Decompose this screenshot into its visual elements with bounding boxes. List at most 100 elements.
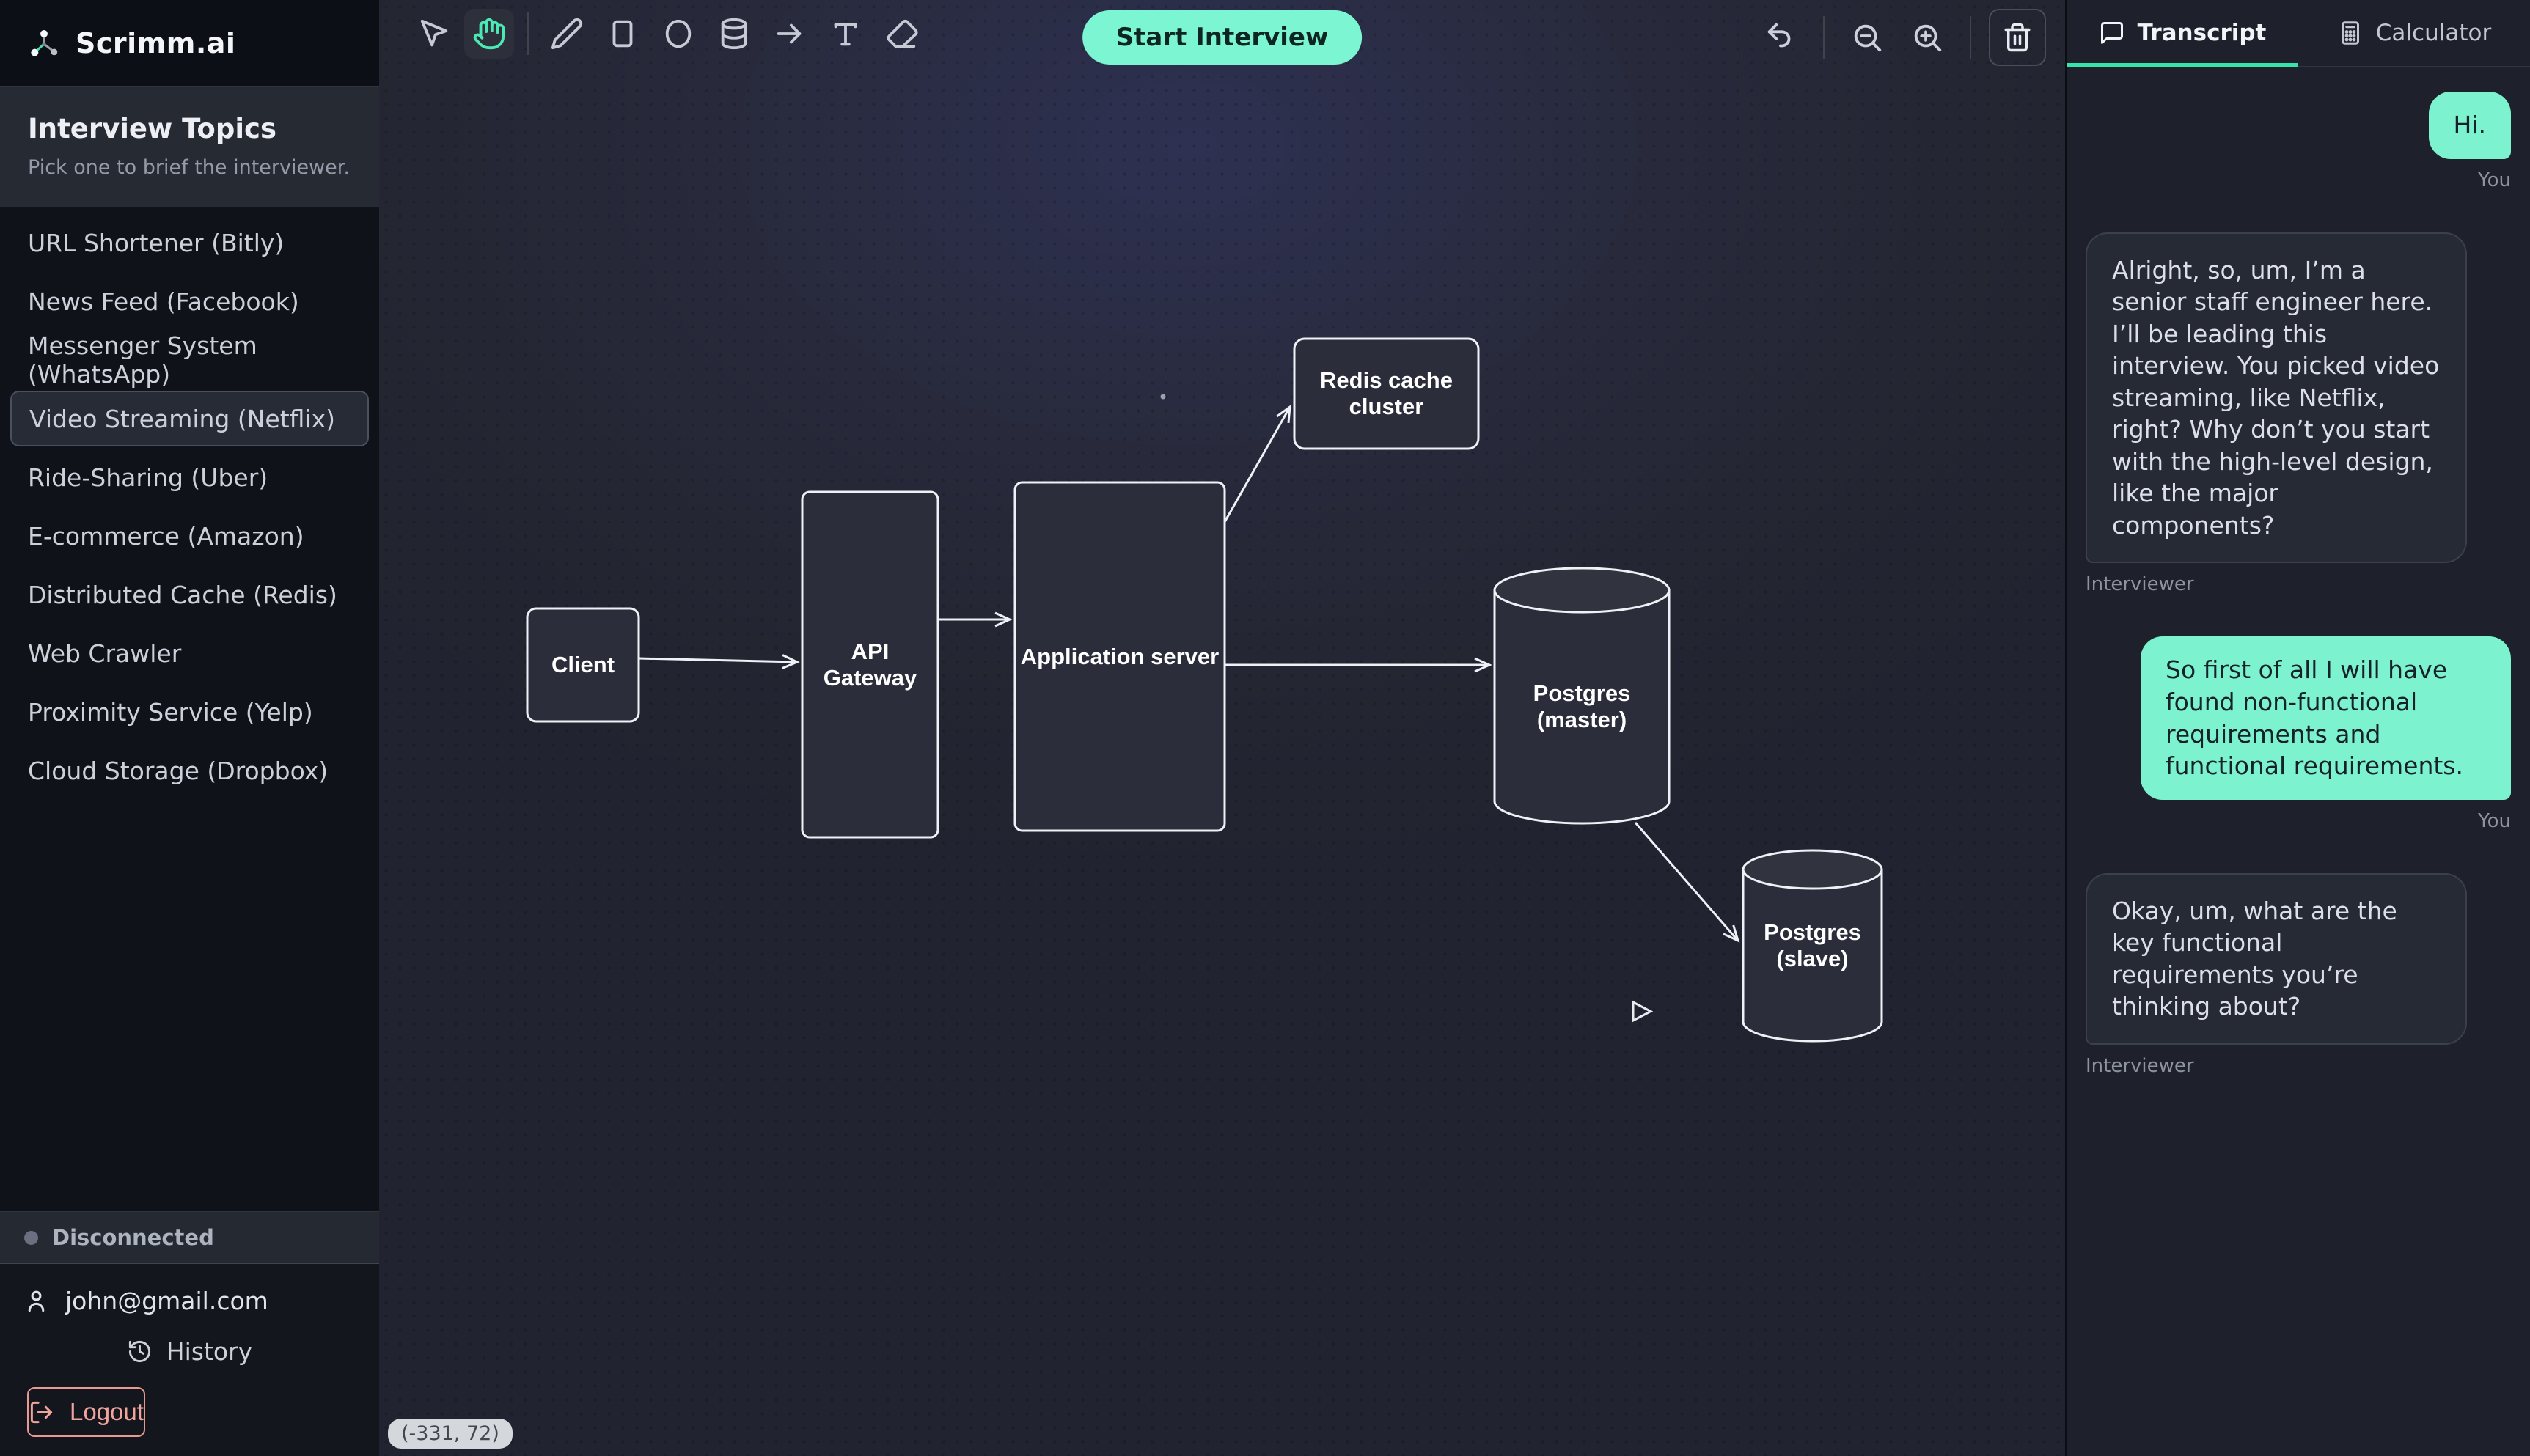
diagram-cylinder-nodes [1495,568,1882,1041]
calculator-icon [2337,20,2364,46]
node-postgres-master-shape[interactable] [1495,590,1669,823]
connection-status: Disconnected [0,1211,379,1264]
pencil-tool-button[interactable] [542,9,592,59]
undo-icon [1764,21,1797,54]
tab-transcript-label: Transcript [2138,20,2267,46]
stray-dot [1161,394,1166,400]
app-logo: Scrimm.ai [0,0,379,86]
message-sender: You [2478,810,2511,832]
topic-distributed-cache[interactable]: Distributed Cache (Redis) [0,565,379,624]
zoom-out-button[interactable] [1842,12,1892,62]
sidebar-title: Interview Topics [28,113,351,144]
zoom-out-icon [1850,21,1884,54]
edge-pgmaster-pgslave[interactable] [1635,823,1738,941]
zoom-in-button[interactable] [1902,12,1952,62]
history-label: History [166,1337,252,1366]
pencil-icon [550,17,584,51]
edge-client-apigateway[interactable] [639,658,797,662]
transcript-messages[interactable]: Hi. You Alright, so, um, I’m a senior st… [2067,67,2530,1456]
account-email: john@gmail.com [65,1287,268,1315]
history-button[interactable]: History [0,1327,379,1375]
database-tool-button[interactable] [709,9,759,59]
user-icon [23,1287,50,1315]
topics-list: URL Shortener (Bitly) News Feed (Faceboo… [0,207,379,1211]
message-you: Hi. You [2086,92,2511,191]
remote-cursor-icon [1633,1002,1651,1021]
node-postgres-master-top[interactable] [1495,568,1669,612]
interview-panel: Transcript Calculator Hi. You Alright, s… [2065,0,2530,1456]
node-client-shape[interactable] [527,608,639,721]
account-section: john@gmail.com History Logout [0,1264,379,1456]
message-bubble: So first of all I will have found non-fu… [2141,636,2511,799]
history-icon [127,1339,153,1364]
drawing-toolbar [408,9,926,59]
ellipse-tool-button[interactable] [653,9,703,59]
cursor-coordinates: (-331, 72) [388,1419,513,1449]
sidebar: Scrimm.ai Interview Topics Pick one to b… [0,0,379,1456]
canvas-actions-toolbar [1756,9,2046,66]
status-text: Disconnected [52,1225,214,1250]
logout-label: Logout [70,1398,144,1426]
diagram-layer [379,0,2065,1456]
select-tool-button[interactable] [408,9,458,59]
message-bubble: Okay, um, what are the key functional re… [2086,873,2467,1045]
account-email-row: john@gmail.com [0,1274,379,1327]
arrow-tool-button[interactable] [765,9,815,59]
sidebar-subtitle: Pick one to brief the interviewer. [28,156,351,179]
eraser-icon [884,17,918,51]
message-sender: Interviewer [2086,1055,2194,1077]
diagram-rect-nodes [527,339,1478,837]
panel-tabs: Transcript Calculator [2067,0,2530,67]
edge-appserver-redis[interactable] [1225,407,1290,522]
message-interviewer: Okay, um, what are the key functional re… [2086,873,2511,1077]
logout-button[interactable]: Logout [27,1387,145,1437]
circle-icon [661,17,695,51]
text-tool-button[interactable] [821,9,870,59]
arrow-right-icon [773,17,807,51]
pan-tool-button[interactable] [464,9,514,59]
node-api-gateway-shape[interactable] [802,492,938,837]
start-interview-button[interactable]: Start Interview [1082,10,1363,65]
topic-url-shortener[interactable]: URL Shortener (Bitly) [0,213,379,272]
hand-icon [472,17,506,51]
trash-icon [2002,22,2033,53]
database-icon [717,17,751,51]
topic-proximity-service[interactable]: Proximity Service (Yelp) [0,683,379,741]
toolbar-divider [1823,16,1825,59]
topic-messenger[interactable]: Messenger System (WhatsApp) [0,331,379,389]
message-sender: Interviewer [2086,573,2194,595]
tab-transcript[interactable]: Transcript [2067,0,2298,66]
node-postgres-slave-shape[interactable] [1743,869,1882,1041]
toolbar-divider [1970,16,1971,59]
topic-video-streaming[interactable]: Video Streaming (Netflix) [10,391,369,446]
drawing-canvas[interactable]: Client API Gateway Application server Re… [379,0,2065,1456]
undo-button[interactable] [1756,12,1805,62]
speech-bubble-icon [2099,20,2125,46]
rectangle-tool-button[interactable] [598,9,648,59]
node-application-server-shape[interactable] [1015,482,1225,831]
message-sender: You [2478,169,2511,191]
sidebar-header: Interview Topics Pick one to brief the i… [0,86,379,207]
node-redis-shape[interactable] [1294,339,1478,449]
message-bubble: Alright, so, um, I’m a senior staff engi… [2086,232,2467,564]
logout-icon [29,1400,54,1425]
message-interviewer: Alright, so, um, I’m a senior staff engi… [2086,232,2511,596]
topic-news-feed[interactable]: News Feed (Facebook) [0,272,379,331]
topic-ecommerce[interactable]: E-commerce (Amazon) [0,507,379,565]
rectangle-icon [606,17,639,51]
eraser-tool-button[interactable] [876,9,926,59]
tab-calculator[interactable]: Calculator [2298,0,2530,66]
molecule-logo-icon [27,26,61,60]
brand-name: Scrimm.ai [76,27,235,59]
cursor-icon [417,17,450,51]
status-dot-icon [24,1231,38,1245]
topic-ride-sharing[interactable]: Ride-Sharing (Uber) [0,448,379,507]
message-bubble: Hi. [2429,92,2511,159]
message-you: So first of all I will have found non-fu… [2086,636,2511,831]
node-postgres-slave-top[interactable] [1743,850,1882,889]
delete-button[interactable] [1989,9,2046,66]
topic-web-crawler[interactable]: Web Crawler [0,624,379,683]
tab-calculator-label: Calculator [2376,20,2491,46]
text-icon [829,17,862,51]
topic-cloud-storage[interactable]: Cloud Storage (Dropbox) [0,741,379,800]
